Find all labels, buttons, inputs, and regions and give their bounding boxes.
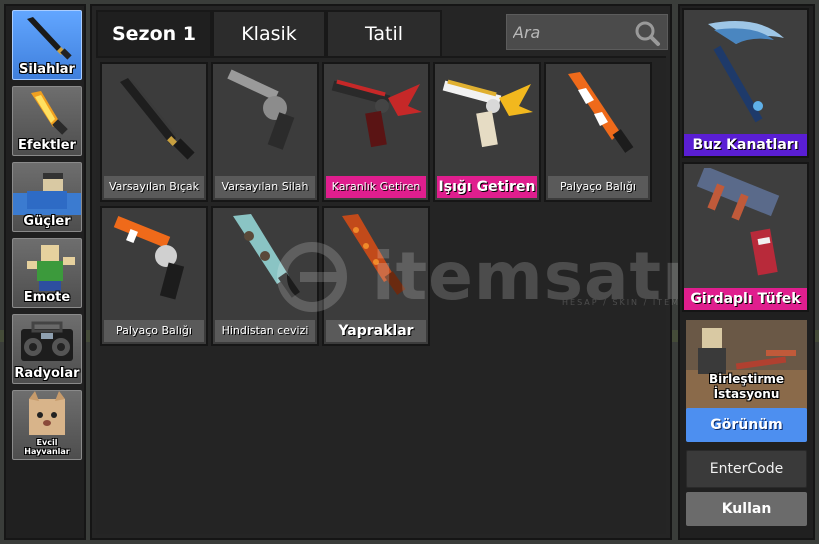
coconut-knife-icon	[233, 214, 300, 298]
featured-item-name: Buz Kanatları	[684, 134, 807, 156]
featured-item-name: Girdaplı Tüfek	[684, 288, 807, 310]
item-name: Varsayılan Bıçak	[104, 176, 204, 198]
category-label: Silahlar	[19, 62, 75, 77]
swirly-gun-icon	[696, 168, 780, 276]
item-name: Karanlık Getiren	[326, 176, 426, 198]
crafting-station[interactable]: Birleştirme İstasyonu	[686, 320, 807, 412]
item-card[interactable]: Palyaço Balığı	[100, 206, 208, 346]
code-input[interactable]	[686, 450, 807, 488]
category-label: Radyolar	[14, 366, 80, 381]
item-name: Işığı Getiren	[437, 176, 537, 198]
leaf-knife-icon	[342, 214, 406, 295]
pet-dog-icon	[29, 391, 65, 435]
category-label: Emote	[23, 290, 71, 305]
category-label: Efektler	[18, 138, 76, 153]
search-icon[interactable]	[633, 19, 661, 47]
default-knife-icon	[120, 78, 195, 160]
featured-item-card[interactable]: Buz Kanatları	[682, 8, 809, 158]
search-input[interactable]	[513, 20, 633, 44]
category-sidebar: Silahlar Efektler Güçler Emote Radyolar …	[4, 4, 86, 540]
avatar-power-icon	[13, 173, 81, 215]
category-weapons[interactable]: Silahlar	[12, 10, 82, 80]
item-name: Hindistan cevizi	[215, 320, 315, 342]
item-name: Palyaço Balığı	[104, 320, 204, 342]
item-card[interactable]: Varsayılan Bıçak	[100, 62, 208, 202]
item-grid: Varsayılan Bıçak Varsayılan Silah Karanl…	[96, 56, 666, 534]
crafting-station-label: Birleştirme İstasyonu	[709, 372, 784, 401]
redeem-button[interactable]: Kullan	[686, 492, 807, 526]
category-emote[interactable]: Emote	[12, 238, 82, 308]
search-box	[506, 14, 668, 50]
category-radios[interactable]: Radyolar	[12, 314, 82, 384]
lightbringer-gun-icon	[442, 79, 533, 148]
item-name: Varsayılan Silah	[215, 176, 315, 198]
featured-item-card[interactable]: Girdaplı Tüfek	[682, 162, 809, 312]
item-card[interactable]: Hindistan cevizi	[211, 206, 319, 346]
item-card[interactable]: Işığı Getiren	[433, 62, 541, 202]
tab-classic[interactable]: Klasik	[212, 10, 326, 58]
tab-season-1[interactable]: Sezon 1	[96, 10, 212, 58]
clownfish-gun-icon	[113, 215, 185, 300]
category-pets[interactable]: Evcil Hayvanlar	[12, 390, 82, 460]
item-card[interactable]: Yapraklar	[322, 206, 430, 346]
category-label: Evcil Hayvanlar	[24, 438, 70, 456]
inventory-panel: Sezon 1 Klasik Tatil Varsayılan Bıçak	[90, 4, 750, 540]
featured-panel: Buz Kanatları Girdaplı Tüfek Birleştirme…	[678, 4, 815, 540]
default-revolver-icon	[227, 69, 295, 150]
tab-holiday[interactable]: Tatil	[326, 10, 442, 58]
darkbringer-gun-icon	[331, 79, 422, 148]
avatar-emote-icon	[27, 245, 75, 291]
clownfish-knife-icon	[568, 72, 634, 153]
item-name: Palyaço Balığı	[548, 176, 648, 198]
knife-icon	[27, 17, 72, 60]
category-powers[interactable]: Güçler	[12, 162, 82, 232]
view-button[interactable]: Görünüm	[686, 408, 807, 442]
flame-knife-icon	[31, 91, 68, 135]
category-effects[interactable]: Efektler	[12, 86, 82, 156]
item-name: Yapraklar	[326, 320, 426, 342]
item-card[interactable]: Palyaço Balığı	[544, 62, 652, 202]
boombox-icon	[21, 321, 73, 361]
category-label: Güçler	[23, 214, 71, 229]
item-card[interactable]: Karanlık Getiren	[322, 62, 430, 202]
item-card[interactable]: Varsayılan Silah	[211, 62, 319, 202]
ice-wing-scythe-icon	[708, 21, 784, 123]
